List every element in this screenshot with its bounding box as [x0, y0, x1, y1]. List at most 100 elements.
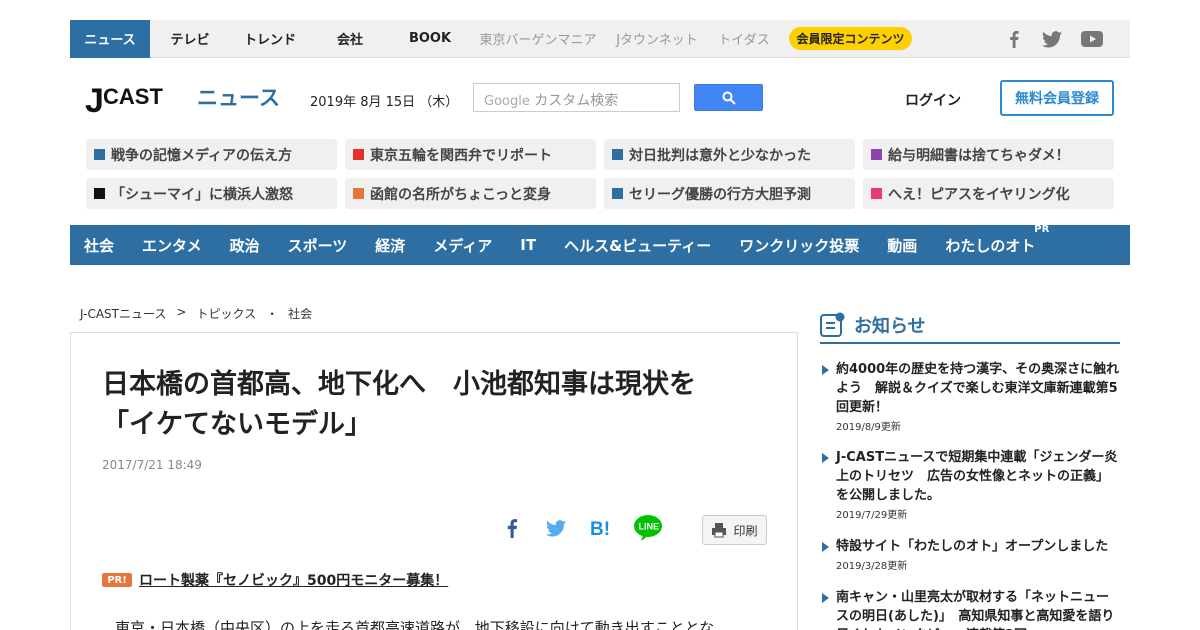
hatena-bookmark-icon[interactable]: B! [589, 515, 615, 541]
topnav-toidas[interactable]: トイダス [708, 20, 780, 58]
topnav-book[interactable]: BOOK [390, 20, 470, 58]
cat-it[interactable]: IT [520, 236, 536, 254]
cat-politics[interactable]: 政治 [230, 235, 260, 256]
logo-cast: CAST [103, 84, 163, 109]
article: 日本橋の首都高、地下化へ 小池都知事は現状を 「イケてないモデル」 2017/7… [70, 332, 798, 630]
jcast-logo[interactable]: J CAST ニュース [85, 80, 285, 120]
cat-media[interactable]: メディア [433, 235, 492, 256]
cat-one-click-vote[interactable]: ワンクリック投票 [739, 235, 859, 256]
breadcrumb-category[interactable]: 社会 [288, 305, 312, 322]
triangle-bullet-icon [822, 542, 829, 552]
google-brand: Google [484, 94, 530, 109]
breadcrumb-sep: ・ [266, 307, 279, 321]
notice-text: 約4000年の歴史を持つ漢字、その奥深さに触れよう 解説＆クイズで楽しむ東洋文庫… [836, 362, 1120, 415]
bullet-icon [612, 188, 623, 199]
pr-badge: PR [1034, 223, 1050, 235]
twitter-share-icon[interactable] [543, 515, 569, 541]
line-share-icon[interactable]: LINE [633, 515, 663, 541]
notice-date: 2019/3/28更新 [836, 561, 908, 572]
twitter-icon[interactable] [1042, 29, 1062, 49]
current-date: 2019年 8月 15日 （木） [310, 95, 459, 110]
print-label: 印刷 [733, 523, 758, 538]
article-date: 2017/7/21 18:49 [102, 458, 202, 472]
pickup-item[interactable]: 東京五輪を関西弁でリポート [345, 139, 596, 170]
youtube-icon[interactable] [1080, 29, 1104, 49]
facebook-icon[interactable] [1004, 29, 1024, 49]
pickup-item[interactable]: 函館の名所がちょこっと変身 [345, 178, 596, 209]
cat-economy[interactable]: 経済 [375, 235, 405, 256]
category-nav: 社会 エンタメ 政治 スポーツ 経済 メディア IT ヘルス&ビューティー ワン… [70, 224, 1130, 265]
topnav-trend[interactable]: トレンド [230, 20, 310, 58]
page: ニュース テレビ トレンド 会社 BOOK 東京バーゲンマニア Jタウンネット … [0, 0, 1200, 630]
article-body: 東京・日本橋（中央区）の上を走る首都高速道路が、地下移設に向けて動き出すこととな [115, 619, 715, 630]
header: J CAST ニュース 2019年 8月 15日 （木） Google カスタム… [70, 70, 1130, 130]
pr-badge: PR! [102, 573, 132, 587]
bullet-icon [353, 149, 364, 160]
topnav-company[interactable]: 会社 [310, 20, 390, 58]
cat-sports[interactable]: スポーツ [288, 235, 348, 256]
search-input[interactable]: Google カスタム検索 [473, 83, 680, 112]
pickup-label: 給与明細書は捨てちゃダメ！ [888, 147, 1070, 164]
pickup-item[interactable]: 戦争の記憶メディアの伝え方 [86, 139, 337, 170]
search-placeholder: カスタム検索 [534, 93, 619, 109]
breadcrumb-topics[interactable]: トピックス [196, 305, 256, 322]
cat-video[interactable]: 動画 [887, 235, 917, 256]
pickup-label: 函館の名所がちょこっと変身 [370, 186, 552, 203]
cat-label: わたしのオト [945, 236, 1036, 255]
notice-text: 特設サイト「わたしのオト」オープンしました [836, 539, 1109, 554]
article-title: 日本橋の首都高、地下化へ 小池都知事は現状を 「イケてないモデル」 [102, 365, 752, 445]
register-button[interactable]: 無料会員登録 [1000, 80, 1114, 116]
pickup-label: 東京五輪を関西弁でリポート [370, 147, 552, 164]
svg-text:B!: B! [590, 519, 610, 538]
cat-watashi-no-oto[interactable]: わたしのオト PR [945, 224, 1049, 256]
notice-text: 南キャン・山里亮太が取材する「ネットニュースの明日(あした)」 高知県知事と高知… [836, 590, 1115, 630]
title-line: 日本橋の首都高、地下化へ 小池都知事は現状を [102, 369, 696, 400]
print-icon [712, 523, 727, 538]
notice-date: 2019/8/9更新 [836, 422, 901, 433]
pickup-item[interactable]: セリーグ優勝の行方大胆予測 [604, 178, 855, 209]
topnav-tv[interactable]: テレビ [150, 20, 230, 58]
pickup-label: へえ！ピアスをイヤリング化 [888, 186, 1070, 203]
topnav-jtown[interactable]: Jタウンネット [606, 20, 708, 58]
breadcrumb: J-CASTニュース > トピックス ・ 社会 [80, 305, 322, 322]
pickup-label: 「シューマイ」に横浜人激怒 [111, 186, 293, 203]
pr-link[interactable]: ロート製薬『セノビック』500円モニター募集！ [139, 570, 448, 590]
topnav-bargain[interactable]: 東京バーゲンマニア [470, 20, 606, 58]
title-line: 「イケてないモデル」 [102, 409, 372, 440]
pickup-label: セリーグ優勝の行方大胆予測 [629, 186, 811, 203]
svg-text:LINE: LINE [639, 522, 660, 532]
topnav-news[interactable]: ニュース [70, 19, 150, 58]
member-content-button[interactable]: 会員限定コンテンツ [789, 27, 912, 50]
bullet-icon [94, 149, 105, 160]
notices-title: お知らせ [854, 316, 926, 337]
cat-society[interactable]: 社会 [84, 235, 114, 256]
pickup-item[interactable]: 給与明細書は捨てちゃダメ！ [863, 139, 1114, 170]
pickup-item[interactable]: 対日批判は意外と少なかった [604, 139, 855, 170]
bullet-icon [94, 188, 105, 199]
notices-header: お知らせ [820, 308, 1120, 344]
triangle-bullet-icon [822, 365, 829, 375]
bullet-icon [612, 149, 623, 160]
pickup-item[interactable]: 「シューマイ」に横浜人激怒 [86, 178, 337, 209]
cat-entertainment[interactable]: エンタメ [142, 235, 202, 256]
bullet-icon [871, 149, 882, 160]
search-button[interactable] [694, 84, 763, 111]
facebook-share-icon[interactable] [499, 515, 525, 541]
search-icon [722, 91, 736, 105]
print-button[interactable]: 印刷 [702, 515, 767, 545]
bullet-icon [353, 188, 364, 199]
pickup-item[interactable]: へえ！ピアスをイヤリング化 [863, 178, 1114, 209]
notice-icon [820, 312, 845, 337]
top-nav: ニュース テレビ トレンド 会社 BOOK 東京バーゲンマニア Jタウンネット … [70, 19, 1130, 58]
logo-news: ニュース [197, 86, 280, 110]
login-link[interactable]: ログイン [905, 90, 961, 110]
logo-j: J [85, 82, 104, 120]
notice-text: J-CASTニュースで短期集中連載「ジェンダー炎上のトリセツ 広告の女性像とネッ… [836, 450, 1118, 503]
triangle-bullet-icon [822, 453, 829, 463]
breadcrumb-sep: > [176, 305, 187, 319]
bullet-icon [871, 188, 882, 199]
breadcrumb-home[interactable]: J-CASTニュース [80, 305, 166, 322]
cat-health-beauty[interactable]: ヘルス&ビューティー [564, 235, 711, 256]
pickup-label: 戦争の記憶メディアの伝え方 [111, 147, 293, 164]
pickup-label: 対日批判は意外と少なかった [629, 147, 811, 164]
